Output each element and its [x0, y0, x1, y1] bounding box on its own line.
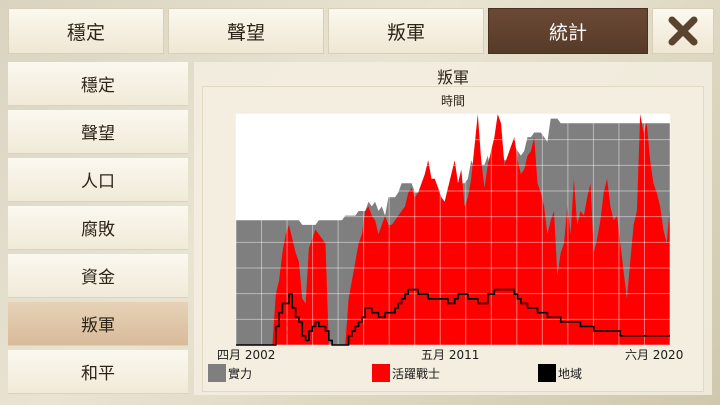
x-tick-label: 五月 2011	[421, 348, 480, 362]
sidebar-item-peace[interactable]: 和平	[8, 350, 188, 394]
legend-label: 實力	[228, 367, 253, 381]
tab-stability[interactable]: 穩定	[8, 8, 164, 54]
legend-label: 地域	[558, 367, 583, 381]
tab-prestige[interactable]: 聲望	[168, 8, 324, 54]
close-button[interactable]	[652, 8, 714, 54]
top-tab-bar: 穩定 聲望 叛軍 統計	[0, 0, 720, 58]
legend-swatch	[208, 364, 226, 382]
stats-panel: 叛軍 時間 四月 2002 五月 2011 六月 2020 實力 活躍戰士 地域	[194, 62, 712, 395]
sidebar-item-funds[interactable]: 資金	[8, 254, 188, 298]
tab-statistics[interactable]: 統計	[488, 8, 648, 54]
sidebar-item-population[interactable]: 人口	[8, 158, 188, 202]
sidebar-item-prestige[interactable]: 聲望	[8, 110, 188, 154]
legend-swatch	[372, 364, 390, 382]
sidebar-item-corruption[interactable]: 腐敗	[8, 206, 188, 250]
legend-swatch	[538, 364, 556, 382]
x-tick-label: 六月 2020	[624, 348, 684, 362]
legend-label: 活躍戰士	[392, 367, 441, 381]
sidebar-item-stability[interactable]: 穩定	[8, 62, 188, 106]
tab-rebels[interactable]: 叛軍	[328, 8, 484, 54]
close-x-icon	[668, 16, 698, 46]
sidebar-item-rebels[interactable]: 叛軍	[8, 302, 188, 346]
x-tick-label: 四月 2002	[217, 348, 276, 362]
